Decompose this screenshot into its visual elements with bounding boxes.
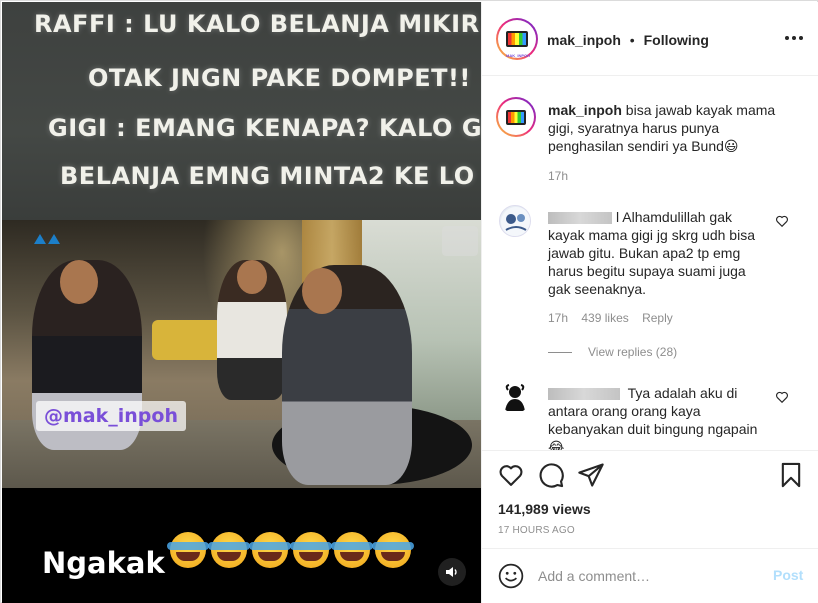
comment-input[interactable] <box>538 565 758 587</box>
tv-channel-logo <box>32 232 66 249</box>
comment-icon[interactable] <box>537 461 565 489</box>
bookmark-icon[interactable] <box>777 461 805 489</box>
comment-item: l Alhamdulillah gak kayak mama gigi jg s… <box>548 208 762 298</box>
caption-time[interactable]: 17h <box>548 169 568 183</box>
views-count[interactable]: 141,989 views <box>498 501 591 517</box>
share-icon[interactable] <box>577 461 605 489</box>
silhouette-avatar-icon <box>505 384 525 411</box>
cartoon-avatar-icon <box>501 207 530 236</box>
emoji-row <box>167 532 414 568</box>
reply-button[interactable]: Reply <box>642 311 673 325</box>
rolling-on-floor-laughing-emoji <box>372 532 414 568</box>
comment-avatar[interactable] <box>499 381 531 413</box>
video-caption-line: OTAK JNGN PAKE DOMPET!! <box>88 64 471 92</box>
post-timestamp[interactable]: 17 HOURS AGO <box>498 525 575 536</box>
caption-avatar[interactable] <box>496 97 536 137</box>
post-video[interactable]: RAFFI : LU KALO BELANJA MIKIR PAKE OTAK … <box>2 2 481 603</box>
more-options-icon[interactable] <box>782 28 806 48</box>
video-caption-line: RAFFI : LU KALO BELANJA MIKIR PAKE <box>34 10 481 38</box>
header-separator: • <box>629 32 635 48</box>
video-caption-line: BELANJA EMNG MINTA2 KE LO !!! <box>60 162 481 190</box>
tv-logo-icon <box>506 109 526 125</box>
video-scene: @mak_inpoh <box>2 220 481 488</box>
comment-likes[interactable]: 439 likes <box>581 311 628 325</box>
video-watermark: @mak_inpoh <box>36 401 186 431</box>
scene-head <box>302 268 342 314</box>
video-bottom-banner: Ngakak <box>2 488 481 603</box>
caption-username[interactable]: mak_inpoh <box>548 102 622 118</box>
add-comment-bar: Post <box>482 548 818 603</box>
speaker-icon <box>446 567 457 577</box>
rolling-on-floor-laughing-emoji <box>249 532 291 568</box>
scene-frame-box <box>442 226 478 256</box>
rolling-on-floor-laughing-emoji <box>167 532 209 568</box>
avatar[interactable]: MAK_INPOH <box>496 18 538 60</box>
scene-head <box>237 260 267 294</box>
volume-button[interactable] <box>438 558 466 586</box>
video-bottom-text: Ngakak <box>42 546 165 580</box>
instagram-post-window: RAFFI : LU KALO BELANJA MIKIR PAKE OTAK … <box>0 0 818 603</box>
comment-item: Tya adalah aku di antara orang orang kay… <box>548 384 762 450</box>
replies-divider <box>548 352 572 353</box>
following-button[interactable]: Following <box>644 32 709 48</box>
video-caption-line: GIGI : EMANG KENAPA? KALO GUA <box>48 114 481 142</box>
scene-head <box>60 260 98 304</box>
blurred-username[interactable] <box>548 388 620 401</box>
comment-name-suffix: l <box>616 209 620 225</box>
post-button[interactable]: Post <box>773 567 803 583</box>
heart-icon[interactable] <box>497 461 525 489</box>
emoji-picker-icon[interactable] <box>498 563 524 589</box>
rolling-on-floor-laughing-emoji <box>290 532 332 568</box>
comments-list: mak_inpoh bisa jawab kayak mama gigi, sy… <box>482 77 818 450</box>
comment-avatar[interactable] <box>499 205 531 237</box>
like-comment-heart-icon[interactable] <box>775 390 789 404</box>
like-comment-heart-icon[interactable] <box>775 214 789 228</box>
tv-logo-icon: MAK_INPOH <box>506 31 530 58</box>
view-replies-button[interactable]: View replies (28) <box>588 345 677 359</box>
post-side-panel: MAK_INPOH mak_inpoh • Following mak_inpo… <box>481 2 818 603</box>
post-caption: mak_inpoh bisa jawab kayak mama gigi, sy… <box>548 101 780 155</box>
header-username[interactable]: mak_inpoh <box>547 32 621 48</box>
rolling-on-floor-laughing-emoji <box>331 532 373 568</box>
scene-person-right <box>282 265 412 485</box>
post-header: MAK_INPOH mak_inpoh • Following <box>482 2 818 76</box>
rolling-on-floor-laughing-emoji <box>208 532 250 568</box>
video-caption-area: RAFFI : LU KALO BELANJA MIKIR PAKE OTAK … <box>2 2 481 220</box>
blurred-username[interactable] <box>548 212 612 225</box>
scene-sofa <box>152 320 222 360</box>
comment-time[interactable]: 17h <box>548 311 568 325</box>
comment-meta: 17h 439 likes Reply <box>548 311 683 325</box>
post-actions: 141,989 views 17 HOURS AGO <box>482 450 818 548</box>
